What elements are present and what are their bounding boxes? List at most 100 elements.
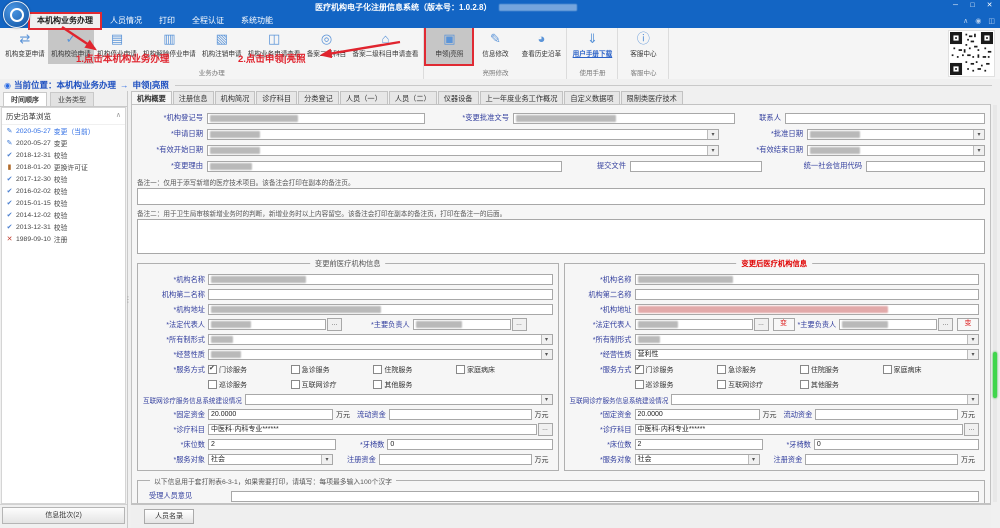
person-list-button[interactable]: 人员名录	[144, 509, 194, 524]
address-input[interactable]	[635, 304, 980, 315]
op-nature-combo[interactable]	[208, 349, 553, 360]
sidebar-tab[interactable]: 业务类型	[50, 92, 94, 106]
org-name-input[interactable]	[635, 274, 980, 285]
chairs-input[interactable]: 0	[814, 439, 979, 450]
maximize-icon[interactable]: □	[964, 0, 981, 12]
valid-from-combo[interactable]	[207, 145, 719, 156]
service-mode-option[interactable]: 住院服务	[800, 365, 883, 375]
toolbar-button[interactable]: ▣ 申领|亮照	[426, 28, 472, 64]
checkbox-icon[interactable]	[717, 365, 726, 374]
history-list-item[interactable]: 1989-09-10 注册	[2, 233, 125, 245]
second-name-input[interactable]	[635, 289, 980, 300]
form-tab[interactable]: 人员（二）	[389, 91, 437, 104]
history-list-item[interactable]: 2018-01-20 更换许可证	[2, 161, 125, 173]
service-mode-option[interactable]: 家庭病床	[456, 365, 539, 375]
valid-to-combo[interactable]	[807, 145, 985, 156]
collapse-chevron-icon[interactable]: ∧	[116, 111, 121, 122]
second-name-input[interactable]	[208, 289, 553, 300]
history-list-item[interactable]: 2017-12-30 校验	[2, 173, 125, 185]
toolbar-button[interactable]: ◕ 查看历史沿革	[518, 28, 564, 64]
menu-item[interactable]: 人员情况	[103, 14, 149, 28]
menu-item[interactable]: 全程认证	[185, 14, 231, 28]
note2-textarea[interactable]	[137, 219, 985, 254]
note1-textarea[interactable]	[137, 188, 985, 205]
working-capital-input[interactable]	[815, 409, 958, 420]
internet-info-combo[interactable]	[245, 394, 553, 405]
principal-change-button[interactable]: 变	[957, 318, 979, 331]
splitter-handle[interactable]: ⋮	[124, 295, 132, 304]
menu-item[interactable]: 打印	[152, 14, 182, 28]
principal-more-button[interactable]: …	[938, 318, 953, 331]
subjects-input[interactable]: 中医科·内科专业******	[208, 424, 537, 435]
form-tab[interactable]: 诊疗科目	[256, 91, 297, 104]
address-input[interactable]	[208, 304, 553, 315]
beds-input[interactable]: 2	[208, 439, 336, 450]
service-mode-option[interactable]: 其他服务	[373, 380, 456, 390]
service-target-combo[interactable]: 社会	[208, 454, 333, 465]
chairs-input[interactable]: 0	[387, 439, 552, 450]
op-nature-combo[interactable]: 营利性	[635, 349, 980, 360]
collapse-ribbon-icon[interactable]: ∧	[963, 17, 968, 25]
history-list-item[interactable]: 2015-01-15 校验	[2, 197, 125, 209]
working-capital-input[interactable]	[389, 409, 532, 420]
fixed-capital-input[interactable]: 20.0000	[208, 409, 333, 420]
form-tab[interactable]: 分类登记	[298, 91, 339, 104]
service-mode-option[interactable]: 互联网诊疗	[717, 380, 800, 390]
service-mode-option[interactable]: 互联网诊疗	[291, 380, 374, 390]
checkbox-icon[interactable]	[800, 380, 809, 389]
toolbar-button[interactable]: ⌂ 备案二级科目申请查看	[350, 28, 422, 64]
checkbox-icon[interactable]	[635, 380, 644, 389]
user-icon[interactable]: ◉	[975, 17, 981, 25]
change-reason-input[interactable]	[207, 161, 562, 172]
approve-date-combo[interactable]	[807, 129, 985, 140]
checkbox-icon[interactable]	[291, 380, 300, 389]
legal-rep-input[interactable]	[635, 319, 753, 330]
principal-input[interactable]	[839, 319, 937, 330]
ownership-combo[interactable]	[635, 334, 980, 345]
subjects-more-button[interactable]: …	[964, 423, 979, 436]
history-list-item[interactable]: 2020-05-27 变更（当前）	[2, 125, 125, 137]
checkbox-icon[interactable]	[208, 365, 217, 374]
subjects-more-button[interactable]: …	[538, 423, 553, 436]
checkbox-icon[interactable]	[883, 365, 892, 374]
principal-more-button[interactable]: …	[512, 318, 527, 331]
reg-capital-input[interactable]	[805, 454, 958, 465]
toolbar-button[interactable]: ◎ 备案二级科目	[304, 28, 350, 64]
checkbox-icon[interactable]	[635, 365, 644, 374]
history-list-item[interactable]: 2018-12-31 校验	[2, 149, 125, 161]
history-list-item[interactable]: 2016-02-02 校验	[2, 185, 125, 197]
toolbar-button[interactable]: ⇄ 机构变更申请	[2, 28, 48, 64]
checkbox-icon[interactable]	[208, 380, 217, 389]
info-batch-button[interactable]: 信息批次(2)	[2, 507, 125, 524]
service-mode-option[interactable]: 巡诊服务	[635, 380, 718, 390]
form-tab[interactable]: 限制类医疗技术	[621, 91, 683, 104]
ownership-combo[interactable]	[208, 334, 553, 345]
org-name-input[interactable]	[208, 274, 553, 285]
service-mode-option[interactable]: 急诊服务	[717, 365, 800, 375]
service-mode-option[interactable]: 急诊服务	[291, 365, 374, 375]
submit-file-input[interactable]	[630, 161, 762, 172]
form-tab[interactable]: 机构概要	[131, 91, 172, 104]
checkbox-icon[interactable]	[373, 380, 382, 389]
scrollbar-track[interactable]	[993, 105, 997, 502]
subjects-input[interactable]: 中医科·内科专业******	[635, 424, 964, 435]
minimize-icon[interactable]: ─	[947, 0, 964, 12]
contact-input[interactable]	[785, 113, 985, 124]
service-mode-option[interactable]: 巡诊服务	[208, 380, 291, 390]
credit-code-input[interactable]	[866, 161, 985, 172]
beds-input[interactable]: 2	[635, 439, 763, 450]
legal-rep-input[interactable]	[208, 319, 326, 330]
form-tab[interactable]: 人员（一）	[340, 91, 388, 104]
service-target-combo[interactable]: 社会	[635, 454, 760, 465]
checkbox-icon[interactable]	[456, 365, 465, 374]
sidebar-tab[interactable]: 时间顺序	[3, 92, 47, 106]
history-list-item[interactable]: 2013-12-31 校验	[2, 221, 125, 233]
checkbox-icon[interactable]	[373, 365, 382, 374]
service-mode-option[interactable]: 家庭病床	[883, 365, 966, 375]
checkbox-icon[interactable]	[291, 365, 300, 374]
principal-input[interactable]	[413, 319, 511, 330]
checkbox-icon[interactable]	[800, 365, 809, 374]
toolbar-button[interactable]: ⓘ 客服中心	[620, 28, 666, 64]
service-mode-option[interactable]: 门诊服务	[208, 365, 291, 375]
form-tab[interactable]: 自定义数据项	[564, 91, 619, 104]
